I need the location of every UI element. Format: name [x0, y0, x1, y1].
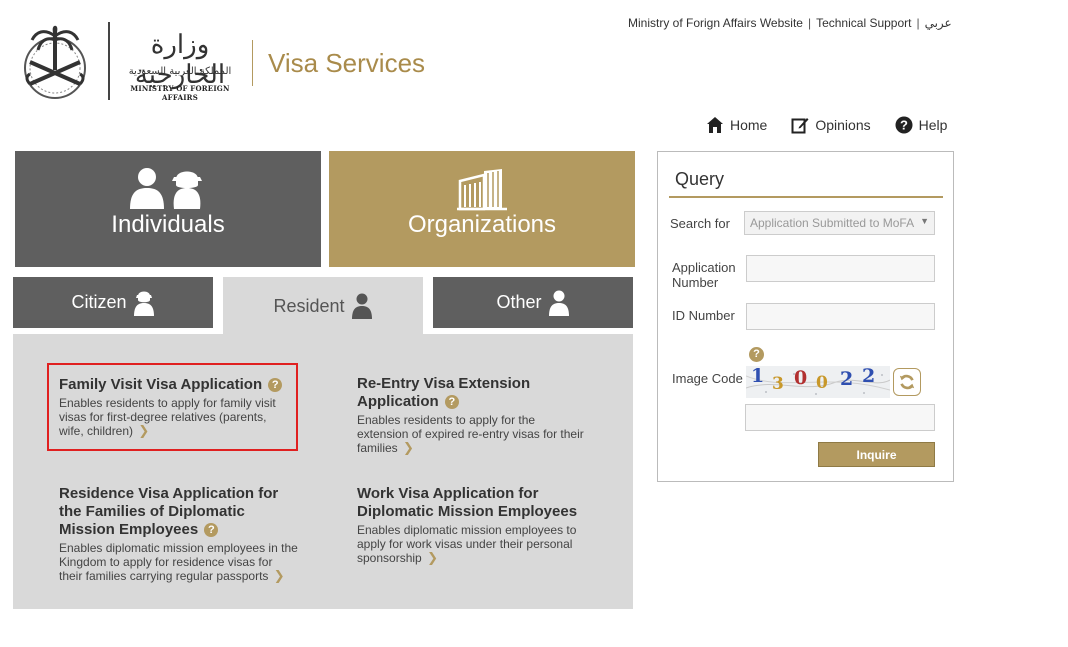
captcha-image: 1 3 0 0 2 2 [746, 366, 890, 398]
captcha-char: 3 [772, 374, 784, 394]
help-icon: ? [895, 116, 913, 134]
captcha-char: 2 [862, 366, 876, 387]
query-title-rule [669, 196, 943, 198]
service-diplomatic-family-residence[interactable]: Residence Visa Application for the Famil… [59, 485, 299, 583]
search-for-select[interactable]: Application Submitted to MoFA ▼ [744, 211, 935, 235]
service-title[interactable]: Work Visa Application for Diplomatic Mis… [357, 485, 577, 520]
captcha-refresh-button[interactable] [893, 368, 921, 396]
captcha-help-icon[interactable]: ? [749, 347, 764, 362]
link-separator: | [807, 16, 812, 30]
top-links: Ministry of Forign Affairs Website | Techn… [628, 16, 952, 30]
tab-other[interactable]: Other [433, 277, 633, 328]
chevron-right-icon[interactable]: ❯ [403, 441, 414, 455]
refresh-icon [899, 374, 915, 390]
page-title: Visa Services [268, 48, 426, 78]
query-panel: Query Search for Application Submitted t… [657, 151, 954, 482]
inquire-button[interactable]: Inquire [818, 442, 935, 467]
captcha-input[interactable] [745, 404, 935, 431]
service-family-visit[interactable]: Family Visit Visa Application ? Enables … [59, 376, 291, 438]
application-number-label: Application Number [672, 260, 736, 290]
other-person-icon [548, 290, 569, 316]
ministry-name-arabic: وزارة الخارجية [134, 30, 226, 90]
image-code-label: Image Code [672, 371, 743, 386]
captcha-char: 0 [794, 367, 808, 389]
nav-home-label: Home [730, 117, 768, 133]
organizations-tile[interactable]: Organizations [329, 151, 635, 267]
nav-home[interactable]: Home [706, 116, 767, 134]
building-icon [329, 167, 635, 211]
service-reentry-extension[interactable]: Re-Entry Visa Extension Application ? En… [357, 375, 589, 455]
service-title[interactable]: Residence Visa Application for the Famil… [59, 485, 278, 538]
ministry-name-english: MINISTRY OF FOREIGN AFFAIRS [130, 84, 230, 102]
nav-help[interactable]: ? Help [895, 116, 948, 134]
nav-help-label: Help [918, 117, 948, 133]
tab-citizen-label: Citizen [71, 292, 127, 312]
query-title: Query [675, 169, 725, 189]
search-for-label: Search for [670, 216, 730, 231]
dropdown-arrow-icon: ▼ [920, 216, 929, 226]
edit-note-icon [791, 118, 809, 134]
resident-person-icon [351, 293, 372, 319]
tab-citizen[interactable]: Citizen [13, 277, 213, 328]
main-nav: Home Opinions ? Help [706, 116, 947, 134]
logo-divider [108, 22, 110, 100]
question-icon[interactable]: ? [268, 378, 283, 392]
search-for-selected-value: Application Submitted to MoFA [750, 216, 915, 230]
title-divider [252, 40, 253, 86]
tab-other-label: Other [496, 292, 542, 312]
chevron-right-icon[interactable]: ❯ [138, 424, 149, 438]
captcha-char: 2 [840, 368, 854, 390]
organizations-label: Organizations [407, 211, 557, 238]
tab-resident[interactable]: Resident [223, 277, 423, 335]
service-description: Enables diplomatic mission employees in … [59, 541, 298, 583]
home-icon [707, 117, 723, 133]
captcha-char: 0 [816, 373, 828, 393]
service-title[interactable]: Family Visit Visa Application [59, 376, 262, 393]
technical-support-link[interactable]: Technical Support [816, 16, 911, 30]
question-icon[interactable]: ? [444, 395, 459, 409]
captcha-char: 1 [751, 366, 765, 387]
service-description: Enables residents to apply for family vi… [59, 396, 276, 438]
arabic-language-link[interactable]: عربي [925, 16, 952, 30]
application-number-input[interactable] [746, 255, 935, 282]
id-number-input[interactable] [746, 303, 935, 330]
tab-resident-label: Resident [273, 295, 345, 316]
ministry-website-link[interactable]: Ministry of Forign Affairs Website [628, 16, 803, 30]
nav-opinions-label: Opinions [815, 117, 871, 133]
id-number-label: ID Number [672, 308, 735, 323]
service-title[interactable]: Re-Entry Visa Extension Application [357, 375, 530, 410]
individuals-label: Individuals [111, 211, 225, 238]
saudi-emblem-logo [14, 22, 96, 100]
svg-text:?: ? [900, 118, 908, 133]
link-separator: | [916, 16, 920, 30]
individuals-tile[interactable]: Individuals [15, 151, 321, 267]
kingdom-name-arabic: المملكة العربية السعودية [128, 66, 232, 77]
service-description: Enables residents to apply for the exten… [357, 413, 584, 455]
question-icon[interactable]: ? [204, 523, 219, 537]
service-diplomatic-work-visa[interactable]: Work Visa Application for Diplomatic Mis… [357, 485, 597, 565]
citizen-person-icon [133, 291, 154, 316]
chevron-right-icon[interactable]: ❯ [427, 551, 438, 565]
chevron-right-icon[interactable]: ❯ [274, 569, 285, 583]
people-icon [15, 167, 321, 211]
service-description: Enables diplomatic mission employees to … [357, 523, 577, 565]
nav-opinions[interactable]: Opinions [791, 116, 871, 134]
